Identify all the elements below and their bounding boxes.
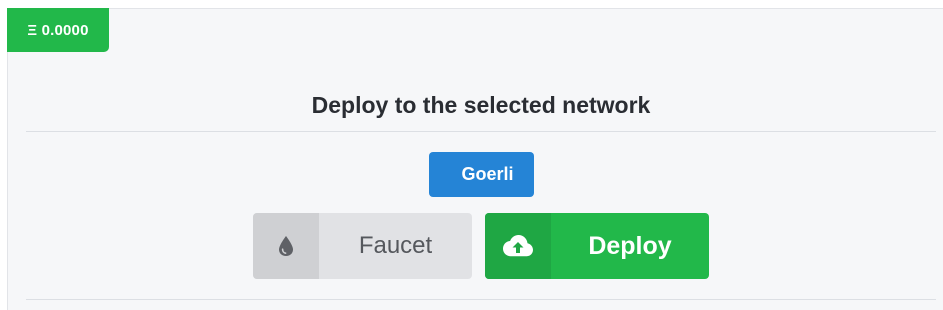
network-select-button[interactable]: Goerli xyxy=(429,152,534,197)
faucet-button[interactable]: Faucet xyxy=(253,213,472,279)
faucet-label: Faucet xyxy=(358,232,433,259)
panel-title: Deploy to the selected network xyxy=(311,92,651,118)
deploy-button[interactable]: Deploy xyxy=(485,213,709,279)
deploy-label: Deploy xyxy=(588,231,672,260)
deploy-icon-box xyxy=(485,213,551,279)
divider xyxy=(26,131,936,132)
network-label: Goerli xyxy=(461,164,514,184)
balance-label: Ξ 0.0000 xyxy=(27,21,89,39)
divider xyxy=(26,299,936,300)
faucet-icon-box xyxy=(253,213,319,279)
cloud-upload-icon xyxy=(503,235,533,257)
droplet-icon xyxy=(279,236,293,256)
balance-badge: Ξ 0.0000 xyxy=(7,8,109,52)
